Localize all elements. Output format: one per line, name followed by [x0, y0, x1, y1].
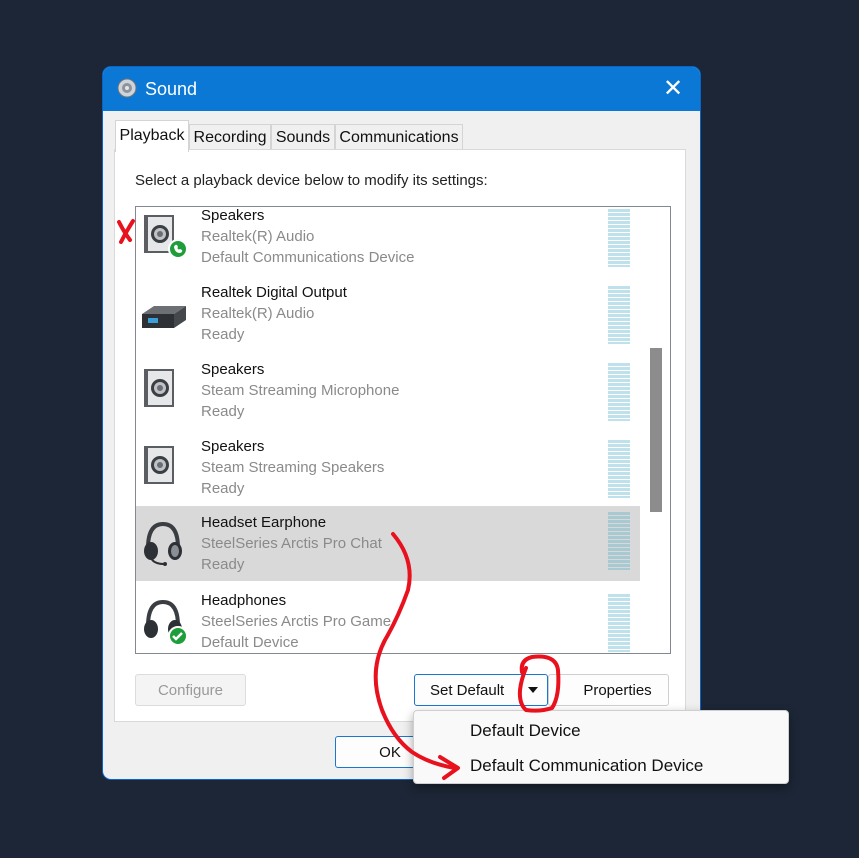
tab-recording[interactable]: Recording: [189, 124, 271, 150]
device-item-selected[interactable]: Headset Earphone SteelSeries Arctis Pro …: [136, 506, 640, 581]
device-driver: Steam Streaming Speakers: [201, 459, 385, 476]
scrollbar-thumb[interactable]: [650, 348, 662, 512]
properties-button[interactable]: Properties: [548, 674, 669, 706]
device-name: Headset Earphone: [201, 514, 327, 531]
volume-level-meter: [608, 209, 630, 267]
menu-item-default-device[interactable]: Default Device: [415, 714, 787, 748]
speaker-icon: [144, 215, 186, 259]
volume-level-meter: [608, 286, 630, 344]
device-item[interactable]: Headphones SteelSeries Arctis Pro Game D…: [136, 592, 640, 653]
close-button[interactable]: ✕: [653, 75, 693, 105]
speaker-icon: [144, 446, 174, 484]
speaker-app-icon: [117, 78, 137, 98]
tab-sounds[interactable]: Sounds: [271, 124, 335, 150]
close-icon: ✕: [662, 75, 684, 102]
volume-level-meter: [608, 512, 630, 570]
configure-button[interactable]: Configure: [135, 674, 246, 706]
device-item[interactable]: Speakers Realtek(R) Audio Default Commun…: [136, 207, 640, 282]
instruction-text: Select a playback device below to modify…: [135, 172, 488, 189]
tab-communications[interactable]: Communications: [335, 124, 463, 150]
device-status: Default Device: [201, 634, 299, 651]
device-item[interactable]: Speakers Steam Streaming Speakers Ready: [136, 438, 640, 513]
device-item[interactable]: Speakers Steam Streaming Microphone Read…: [136, 361, 640, 436]
chevron-down-icon: [528, 687, 538, 693]
device-name: Speakers: [201, 207, 265, 224]
digital-output-icon: [142, 306, 186, 328]
volume-level-meter: [608, 363, 630, 421]
volume-level-meter: [608, 594, 630, 652]
window-title: Sound: [145, 79, 198, 99]
device-status: Ready: [201, 326, 245, 343]
device-driver: Realtek(R) Audio: [201, 305, 315, 322]
device-status: Default Communications Device: [201, 249, 415, 266]
device-status: Ready: [201, 556, 245, 573]
device-driver: Steam Streaming Microphone: [201, 382, 400, 399]
device-status: Ready: [201, 403, 245, 420]
device-driver: Realtek(R) Audio: [201, 228, 315, 245]
headset-icon: [144, 521, 182, 566]
title-bar[interactable]: Sound ✕: [103, 67, 700, 111]
device-name: Headphones: [201, 592, 287, 609]
set-default-dropdown-arrow[interactable]: [520, 674, 546, 706]
device-name: Realtek Digital Output: [201, 284, 347, 301]
speaker-icon: [144, 369, 174, 407]
device-driver: SteelSeries Arctis Pro Chat: [201, 535, 382, 552]
headphones-icon: [144, 599, 186, 646]
playback-panel: Select a playback device below to modify…: [114, 149, 686, 722]
device-driver: SteelSeries Arctis Pro Game: [201, 613, 392, 630]
device-status: Ready: [201, 480, 245, 497]
tab-playback[interactable]: Playback: [115, 120, 189, 152]
device-item[interactable]: Realtek Digital Output Realtek(R) Audio …: [136, 284, 640, 359]
device-list[interactable]: Speakers Realtek(R) Audio Default Commun…: [135, 206, 671, 654]
volume-level-meter: [608, 440, 630, 498]
device-name: Speakers: [201, 361, 265, 378]
device-name: Speakers: [201, 438, 265, 455]
sound-dialog: Sound ✕ Playback Recording Sounds Commun…: [103, 67, 700, 779]
set-default-menu: Default Device Default Communication Dev…: [413, 710, 789, 784]
menu-item-default-communication-device[interactable]: Default Communication Device: [415, 749, 787, 783]
